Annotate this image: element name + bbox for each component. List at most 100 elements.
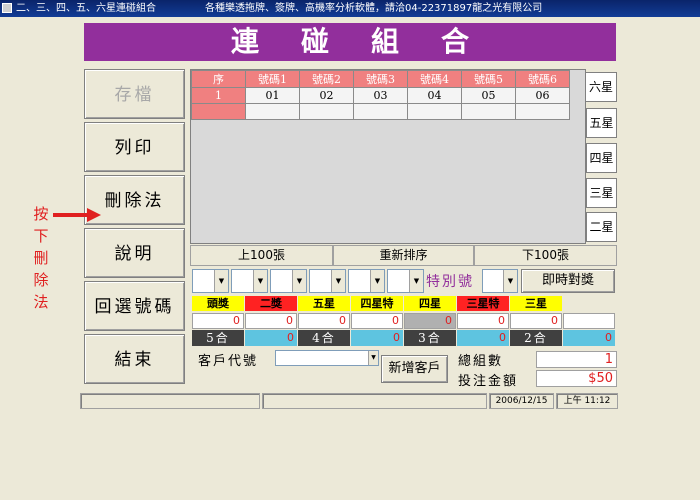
prize-label-four-star-special: 四星特 [351,296,403,311]
cell-empty [407,103,462,120]
prize-label-three-star: 三星 [510,296,562,311]
chevron-down-icon: ▼ [370,270,384,292]
vendor-info: 各種樂透拖牌、簽牌、高機率分析軟體，請洽04-22371897龍之光有限公司 [205,3,543,14]
cell-empty [515,103,570,120]
print-button[interactable]: 列印 [84,122,185,172]
prize-value-five-star: 0 [298,313,350,329]
add-customer-button[interactable]: 新增客戶 [381,355,448,383]
total-sets-value: 1 [536,351,617,368]
prize-label-jackpot: 頭獎 [192,296,244,311]
draw-number-select-4[interactable]: ▼ [309,269,346,293]
chevron-down-icon: ▼ [409,270,423,292]
chevron-down-icon: ▼ [503,270,517,292]
cell-number: 06 [515,87,570,104]
header-number: 號碼3 [353,70,408,88]
cell-number: 03 [353,87,408,104]
resort-button[interactable]: 重新排序 [333,245,474,266]
tab-three-star[interactable]: 三星 [586,178,617,208]
draw-number-select-6[interactable]: ▼ [387,269,424,293]
side-note-char: 下 [33,227,49,245]
tab-two-star[interactable]: 二星 [586,212,617,242]
header-seq: 序 [191,70,246,88]
side-note-char: 按 [33,205,49,223]
status-panel [80,393,260,409]
special-number-label: 特別號 [426,274,474,290]
combo-label-3: 3合 [404,330,456,346]
next-100-button[interactable]: 下100張 [474,245,617,266]
combo-value-5: 0 [245,330,297,346]
bet-amount-value: $50 [536,370,617,387]
header-number: 號碼2 [299,70,354,88]
side-note-char: 除 [33,271,49,289]
cell-number: 05 [461,87,516,104]
tab-four-star[interactable]: 四星 [586,143,617,173]
help-button[interactable]: 說明 [84,228,185,278]
prize-label-three-star-special: 三星特 [457,296,509,311]
check-prize-button[interactable]: 即時對獎 [521,269,615,293]
prize-value-jackpot: 0 [192,313,244,329]
header-number: 號碼5 [461,70,516,88]
chevron-down-icon: ▼ [368,351,378,365]
status-panel [262,393,487,409]
header-number: 號碼6 [515,70,570,88]
tab-five-star[interactable]: 五星 [586,108,617,138]
prize-value-four-star: 0 [404,313,456,329]
prize-label-five-star: 五星 [298,296,350,311]
cell-empty [299,103,354,120]
save-button[interactable]: 存檔 [84,69,185,119]
prize-value-four-star-special: 0 [351,313,403,329]
draw-number-select-1[interactable]: ▼ [192,269,229,293]
prize-label-second: 二獎 [245,296,297,311]
cell-empty [245,103,300,120]
customer-id-label: 客戶代號 [198,354,259,369]
prev-100-button[interactable]: 上100張 [190,245,333,266]
status-date: 2006/12/15 [489,393,554,409]
combo-label-4: 4合 [298,330,350,346]
combination-grid: 序 號碼1 號碼2 號碼3 號碼4 號碼5 號碼6 1 01 02 03 04 … [190,69,586,244]
table-header-row: 序 號碼1 號碼2 號碼3 號碼4 號碼5 號碼6 [191,70,570,88]
cell-number: 01 [245,87,300,104]
cell-empty [461,103,516,120]
blank-cell [563,313,615,329]
side-note: 按 下 刪 除 法 [30,203,52,313]
cell-number: 04 [407,87,462,104]
cell-number: 02 [299,87,354,104]
draw-number-select-5[interactable]: ▼ [348,269,385,293]
draw-number-select-3[interactable]: ▼ [270,269,307,293]
combo-label-5: 5合 [192,330,244,346]
cell-empty [353,103,408,120]
app-icon [2,3,12,13]
combo-value-4: 0 [351,330,403,346]
reselect-numbers-button[interactable]: 回選號碼 [84,281,185,331]
tab-six-star[interactable]: 六星 [586,72,617,102]
combination-table: 序 號碼1 號碼2 號碼3 號碼4 號碼5 號碼6 1 01 02 03 04 … [191,70,570,120]
customer-id-select[interactable]: ▼ [275,350,379,366]
prize-value-three-star: 0 [510,313,562,329]
special-number-select[interactable]: ▼ [482,269,518,293]
chevron-down-icon: ▼ [214,270,228,292]
draw-number-select-2[interactable]: ▼ [231,269,268,293]
table-row[interactable]: 1 01 02 03 04 05 06 [191,87,570,104]
table-row-empty[interactable] [191,103,570,120]
bet-amount-label: 投注金額 [458,374,519,389]
prize-value-three-star-special: 0 [457,313,509,329]
cell-seq: 1 [191,87,246,104]
combo-label-2: 2合 [510,330,562,346]
title-bar: 二、三、四、五、六星連碰組合 各種樂透拖牌、簽牌、高機率分析軟體，請洽04-22… [0,0,700,17]
status-time: 上午 11:12 [556,393,618,409]
combo-value-3: 0 [457,330,509,346]
chevron-down-icon: ▼ [253,270,267,292]
arrow-right-icon [53,208,101,222]
prize-value-second: 0 [245,313,297,329]
page-title: 連碰組合 [84,23,616,61]
combo-value-2: 0 [563,330,615,346]
header-number: 號碼4 [407,70,462,88]
prize-label-four-star: 四星 [404,296,456,311]
header-number: 號碼1 [245,70,300,88]
side-note-char: 法 [33,293,49,311]
exit-button[interactable]: 結束 [84,334,185,384]
total-sets-label: 總組數 [458,354,504,369]
cell-seq-empty [191,103,246,120]
chevron-down-icon: ▼ [292,270,306,292]
side-note-char: 刪 [33,249,49,267]
